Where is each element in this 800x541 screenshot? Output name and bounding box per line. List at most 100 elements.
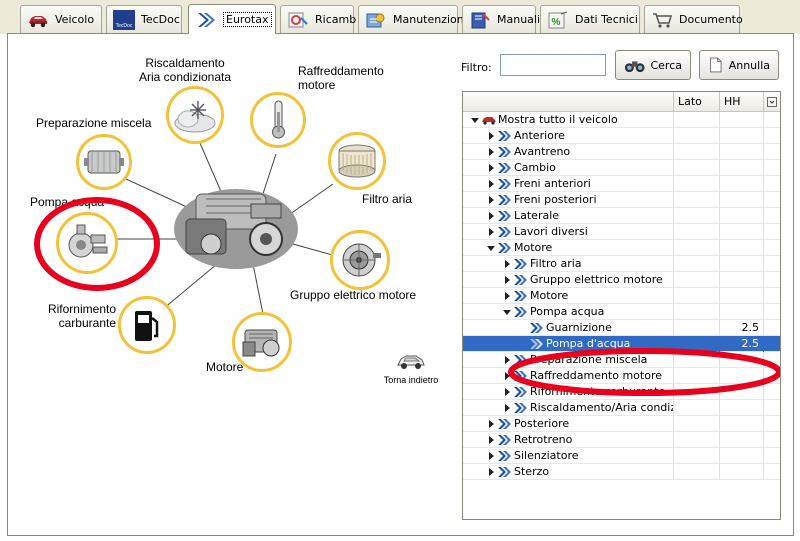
tree-row[interactable]: Gruppo elettrico motore xyxy=(463,272,780,288)
expand-right-icon[interactable] xyxy=(485,448,497,464)
preparazione-label[interactable]: Preparazione miscela xyxy=(36,116,151,130)
preparazione-circle[interactable] xyxy=(76,134,132,190)
pompa-acqua-label[interactable]: Pompa acqua xyxy=(30,195,104,209)
tree-row[interactable]: Guarnizione 2.5 xyxy=(463,320,780,336)
engine-image[interactable] xyxy=(166,174,306,274)
tree-row[interactable]: Freni posteriori xyxy=(463,192,780,208)
expand-right-icon[interactable] xyxy=(501,272,513,288)
tree-cell-hh xyxy=(720,288,764,304)
tree-row[interactable]: Sterzo xyxy=(463,464,780,480)
expand-right-icon[interactable] xyxy=(485,432,497,448)
tree-cell-lato xyxy=(674,464,720,480)
tree-row[interactable]: Lavori diversi xyxy=(463,224,780,240)
riscaldamento-label[interactable]: Riscaldamento Aria condizionata xyxy=(120,56,250,84)
tree-cell-spacer xyxy=(764,416,780,432)
tree-row[interactable]: Laterale xyxy=(463,208,780,224)
pompa-acqua-circle[interactable] xyxy=(56,212,118,274)
tree-row[interactable]: Rifornimento carburante xyxy=(463,384,780,400)
tree-row[interactable]: Raffreddamento motore xyxy=(463,368,780,384)
gruppo-elettrico-circle[interactable] xyxy=(330,230,390,290)
tab-eurotax[interactable]: Eurotax xyxy=(188,4,276,34)
tab-veicolo[interactable]: Veicolo xyxy=(20,5,102,33)
tab-tecdoc[interactable]: TecDoc TecDoc xyxy=(106,5,182,33)
tree-row[interactable]: Retrotreno xyxy=(463,432,780,448)
expand-right-icon[interactable] xyxy=(485,176,497,192)
tab-ricamb[interactable]: Ricamb xyxy=(280,5,356,33)
tree-cell-lato xyxy=(674,208,720,224)
motore-label[interactable]: Motore xyxy=(206,360,243,374)
expand-right-icon[interactable] xyxy=(501,288,513,304)
tree-node-label: Anteriore xyxy=(514,129,565,142)
tree-row[interactable]: Avantreno xyxy=(463,144,780,160)
tree-node-label: Pompa d'acqua xyxy=(546,337,631,350)
expand-right-icon[interactable] xyxy=(485,416,497,432)
tree-cell-spacer xyxy=(764,176,780,192)
tree-row[interactable]: Mostra tutto il veicolo xyxy=(463,112,780,128)
tree-row[interactable]: Pompa acqua xyxy=(463,304,780,320)
tree-row[interactable]: Motore xyxy=(463,240,780,256)
expand-right-icon[interactable] xyxy=(485,160,497,176)
tab-dati-tecnici[interactable]: % Dati Tecnici xyxy=(540,5,640,33)
tab-manutenzione[interactable]: Manutenzione xyxy=(358,5,471,33)
tree-row[interactable]: Silenziatore xyxy=(463,448,780,464)
search-button[interactable]: Cerca xyxy=(615,50,691,80)
tab-manuali[interactable]: Manuali xyxy=(462,5,540,33)
gruppo-elettrico-label[interactable]: Gruppo elettrico motore xyxy=(290,288,416,302)
expand-right-icon[interactable] xyxy=(501,352,513,368)
tree-row[interactable]: Riscaldamento/Aria condizio xyxy=(463,400,780,416)
back-button[interactable]: Torna indietro xyxy=(374,350,448,385)
tree-row[interactable]: Cambio xyxy=(463,160,780,176)
expand-right-icon[interactable] xyxy=(485,224,497,240)
riscaldamento-circle[interactable] xyxy=(166,86,224,144)
raffreddamento-label[interactable]: Raffreddamento motore xyxy=(298,64,384,92)
tree-row[interactable]: Pompa d'acqua 2.5 xyxy=(463,336,780,352)
raffreddamento-circle[interactable] xyxy=(250,92,306,148)
expand-right-icon[interactable] xyxy=(485,208,497,224)
tab-label: Veicolo xyxy=(55,13,95,26)
node-arrow-icon xyxy=(513,290,529,302)
expand-right-icon[interactable] xyxy=(501,256,513,272)
tree-row[interactable]: Freni anteriori xyxy=(463,176,780,192)
filter-input[interactable] xyxy=(500,54,606,76)
column-picker[interactable] xyxy=(764,92,780,112)
node-arrow-icon xyxy=(497,418,513,430)
tree-row[interactable]: Anteriore xyxy=(463,128,780,144)
expand-down-icon[interactable] xyxy=(501,304,513,320)
tree-row[interactable]: Preparazione miscela xyxy=(463,352,780,368)
expand-right-icon[interactable] xyxy=(485,192,497,208)
tree-row[interactable]: Posteriore xyxy=(463,416,780,432)
expand-right-icon[interactable] xyxy=(501,384,513,400)
tree-cell-hh xyxy=(720,224,764,240)
expand-right-icon[interactable] xyxy=(485,464,497,480)
tree-cell-lato xyxy=(674,416,720,432)
tree-cell-spacer xyxy=(764,192,780,208)
filtro-aria-label[interactable]: Filtro aria xyxy=(362,192,412,206)
expand-right-icon[interactable] xyxy=(485,128,497,144)
expand-down-icon[interactable] xyxy=(469,112,481,128)
expand-right-icon[interactable] xyxy=(485,144,497,160)
rifornimento-label[interactable]: Rifornimento carburante xyxy=(36,302,116,330)
node-arrow-icon xyxy=(497,162,513,174)
tree-row[interactable]: Filtro aria xyxy=(463,256,780,272)
node-arrow-icon xyxy=(497,146,513,158)
filtro-aria-circle[interactable] xyxy=(328,132,386,190)
expand-down-icon[interactable] xyxy=(485,240,497,256)
tab-documento[interactable]: Documento xyxy=(644,5,743,33)
tree-cell-name: Preparazione miscela xyxy=(463,352,674,368)
tree-node-label: Freni posteriori xyxy=(514,193,597,206)
expand-right-icon[interactable] xyxy=(501,368,513,384)
tree-row[interactable]: Motore xyxy=(463,288,780,304)
tree-cell-name: Motore xyxy=(463,288,674,304)
tree-cell-spacer xyxy=(764,128,780,144)
tree-grid[interactable]: Lato HH Mostra tutto il veicolo Anteriore… xyxy=(462,91,781,520)
column-header-lato[interactable]: Lato xyxy=(674,92,720,112)
tree-node-label: Sterzo xyxy=(514,465,550,478)
cancel-button[interactable]: Annulla xyxy=(699,50,779,80)
tree-cell-spacer xyxy=(764,336,780,352)
column-header-hh[interactable]: HH xyxy=(720,92,764,112)
rifornimento-circle[interactable] xyxy=(118,296,176,354)
column-header-name[interactable] xyxy=(463,92,674,112)
tree-cell-hh xyxy=(720,176,764,192)
expand-right-icon[interactable] xyxy=(501,400,513,416)
